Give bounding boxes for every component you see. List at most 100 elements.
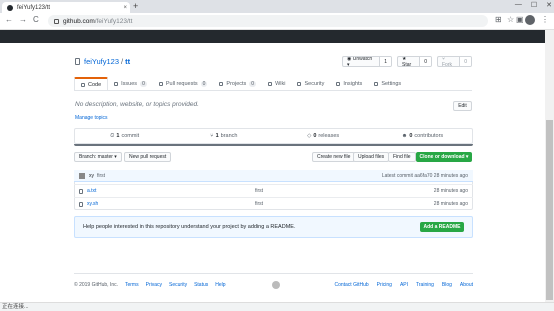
shield-icon — [297, 82, 302, 86]
address-path: /feiYufy123/tt — [94, 17, 133, 25]
new-tab-button[interactable]: + — [133, 1, 138, 11]
edit-button[interactable]: Edit — [453, 101, 472, 111]
footer-link-blog[interactable]: Blog — [442, 282, 452, 288]
file-name[interactable]: xy.sh — [87, 201, 255, 207]
new-pull-request-button[interactable]: New pull request — [124, 152, 172, 162]
menu-icon[interactable]: ⋮ — [541, 15, 549, 24]
avatar[interactable] — [79, 172, 85, 179]
footer-divider — [74, 273, 473, 274]
profile-icon[interactable] — [525, 15, 535, 25]
status-bar — [0, 302, 554, 311]
gear-icon — [374, 82, 379, 86]
file-icon — [79, 201, 83, 207]
create-new-file-button[interactable]: Create new file — [312, 152, 356, 162]
address-bar[interactable]: github.com /feiYufy123/tt — [48, 15, 488, 27]
minimize-icon[interactable]: — — [515, 1, 522, 9]
clone-or-download-button[interactable]: Clone or download ▾ — [416, 152, 472, 162]
add-readme-button[interactable]: Add a README — [420, 222, 464, 232]
repo-name-link[interactable]: tt — [125, 57, 130, 66]
browser-tab[interactable]: feiYufy123/tt × — [2, 2, 130, 13]
file-age: 28 minutes ago — [433, 201, 468, 207]
file-age: 28 minutes ago — [433, 188, 468, 194]
repo-stats: ⏲ 1 commit ⑂ 1 branch ◇ 0 releases ☻ 0 contribut… — [74, 128, 473, 144]
close-window-icon[interactable]: ✕ — [546, 1, 552, 9]
scrollbar-thumb[interactable] — [546, 120, 553, 300]
commit-message[interactable]: first — [97, 173, 382, 179]
footer-link-help[interactable]: Help — [215, 282, 225, 288]
window-controls: — ☐ ✕ — [515, 1, 552, 9]
maximize-icon[interactable]: ☐ — [531, 1, 537, 9]
footer-link-about[interactable]: About — [460, 282, 473, 288]
table-row: xy.sh first 28 minutes ago — [74, 197, 473, 210]
footer-link-security[interactable]: Security — [169, 282, 187, 288]
star-count: 0 — [420, 57, 431, 66]
tab-settings[interactable]: Settings — [368, 77, 407, 91]
file-name[interactable]: a.txt — [87, 188, 255, 194]
star-button[interactable]: ★ Star 0 — [397, 56, 432, 67]
footer-link-pricing[interactable]: Pricing — [377, 282, 392, 288]
tab-insights[interactable]: Insights — [330, 77, 368, 91]
tab-wiki[interactable]: Wiki — [262, 77, 291, 91]
file-icon — [79, 188, 83, 194]
find-file-button[interactable]: Find file — [388, 152, 416, 162]
file-commit-message[interactable]: first — [255, 201, 434, 207]
branches-stat[interactable]: ⑂ 1 branch — [174, 129, 273, 143]
wiki-icon — [268, 82, 273, 86]
footer-link-contact[interactable]: Contact GitHub — [334, 282, 368, 288]
copyright: © 2019 GitHub, Inc. — [74, 282, 118, 288]
extensions-icon[interactable]: ▣ — [516, 15, 524, 24]
star-icon[interactable]: ☆ — [507, 15, 514, 24]
footer: © 2019 GitHub, Inc. Terms Privacy Securi… — [74, 281, 473, 289]
file-commit-message[interactable]: first — [255, 188, 434, 194]
tab-projects[interactable]: Projects 0 — [213, 77, 262, 91]
footer-link-privacy[interactable]: Privacy — [146, 282, 162, 288]
latest-commit-row: xy first Latest commit aa6fa70 28 minute… — [74, 170, 473, 182]
forward-icon[interactable]: → — [19, 15, 27, 24]
github-favicon-icon — [7, 4, 13, 11]
manage-topics-link[interactable]: Manage topics — [75, 115, 108, 121]
footer-link-api[interactable]: API — [400, 282, 408, 288]
tab-issues[interactable]: Issues 0 — [108, 77, 153, 91]
history-icon: ⏲ — [110, 132, 115, 139]
readme-prompt: Help people interested in this repositor… — [74, 216, 473, 238]
tab-close-icon[interactable]: × — [123, 5, 127, 11]
readme-prompt-text: Help people interested in this repositor… — [83, 224, 296, 230]
people-icon: ☻ — [401, 133, 408, 139]
repo-description: No description, website, or topics provi… — [75, 101, 199, 108]
tab-title: feiYufy123/tt — [17, 4, 51, 11]
fork-count: 0 — [460, 57, 471, 66]
status-text: 正在连接... — [2, 304, 29, 310]
footer-link-status[interactable]: Status — [194, 282, 208, 288]
watch-count: 1 — [380, 57, 391, 66]
tab-code[interactable]: Code — [74, 77, 109, 91]
table-row: a.txt first 28 minutes ago — [74, 184, 473, 197]
upload-files-button[interactable]: Upload files — [353, 152, 390, 162]
footer-link-terms[interactable]: Terms — [125, 282, 139, 288]
repo-title: feiYufy123 / tt — [75, 57, 130, 66]
branch-icon: ⑂ — [210, 133, 214, 139]
tab-security[interactable]: Security — [291, 77, 330, 91]
repo-owner-link[interactable]: feiYufy123 — [84, 57, 119, 66]
repo-separator: / — [121, 57, 124, 66]
latest-commit-info[interactable]: Latest commit aa6fa70 28 minutes ago — [382, 173, 468, 179]
github-logo-icon[interactable] — [272, 281, 281, 289]
code-icon — [81, 82, 85, 87]
address-host: github.com — [63, 17, 95, 25]
contributors-stat[interactable]: ☻ 0 contributors — [373, 129, 472, 143]
tag-icon: ◇ — [307, 133, 312, 139]
commits-stat[interactable]: ⏲ 1 commit — [75, 129, 174, 143]
fork-button[interactable]: ⑂ Fork 0 — [437, 56, 472, 67]
branch-select-button[interactable]: Branch: master ▾ — [74, 152, 122, 162]
tab-pull-requests[interactable]: Pull requests 0 — [153, 77, 214, 91]
pull-request-icon — [158, 82, 163, 86]
translate-icon[interactable]: ⊞ — [495, 15, 502, 24]
commit-author[interactable]: xy — [89, 173, 94, 179]
back-icon[interactable]: ← — [5, 15, 13, 24]
unwatch-button[interactable]: ◉ Unwatch ▾ 1 — [342, 56, 392, 67]
graph-icon — [336, 82, 341, 86]
language-bar — [74, 144, 473, 146]
footer-link-training[interactable]: Training — [416, 282, 434, 288]
reload-icon[interactable]: C — [33, 15, 39, 24]
releases-stat[interactable]: ◇ 0 releases — [274, 129, 373, 143]
issue-icon — [114, 82, 119, 86]
